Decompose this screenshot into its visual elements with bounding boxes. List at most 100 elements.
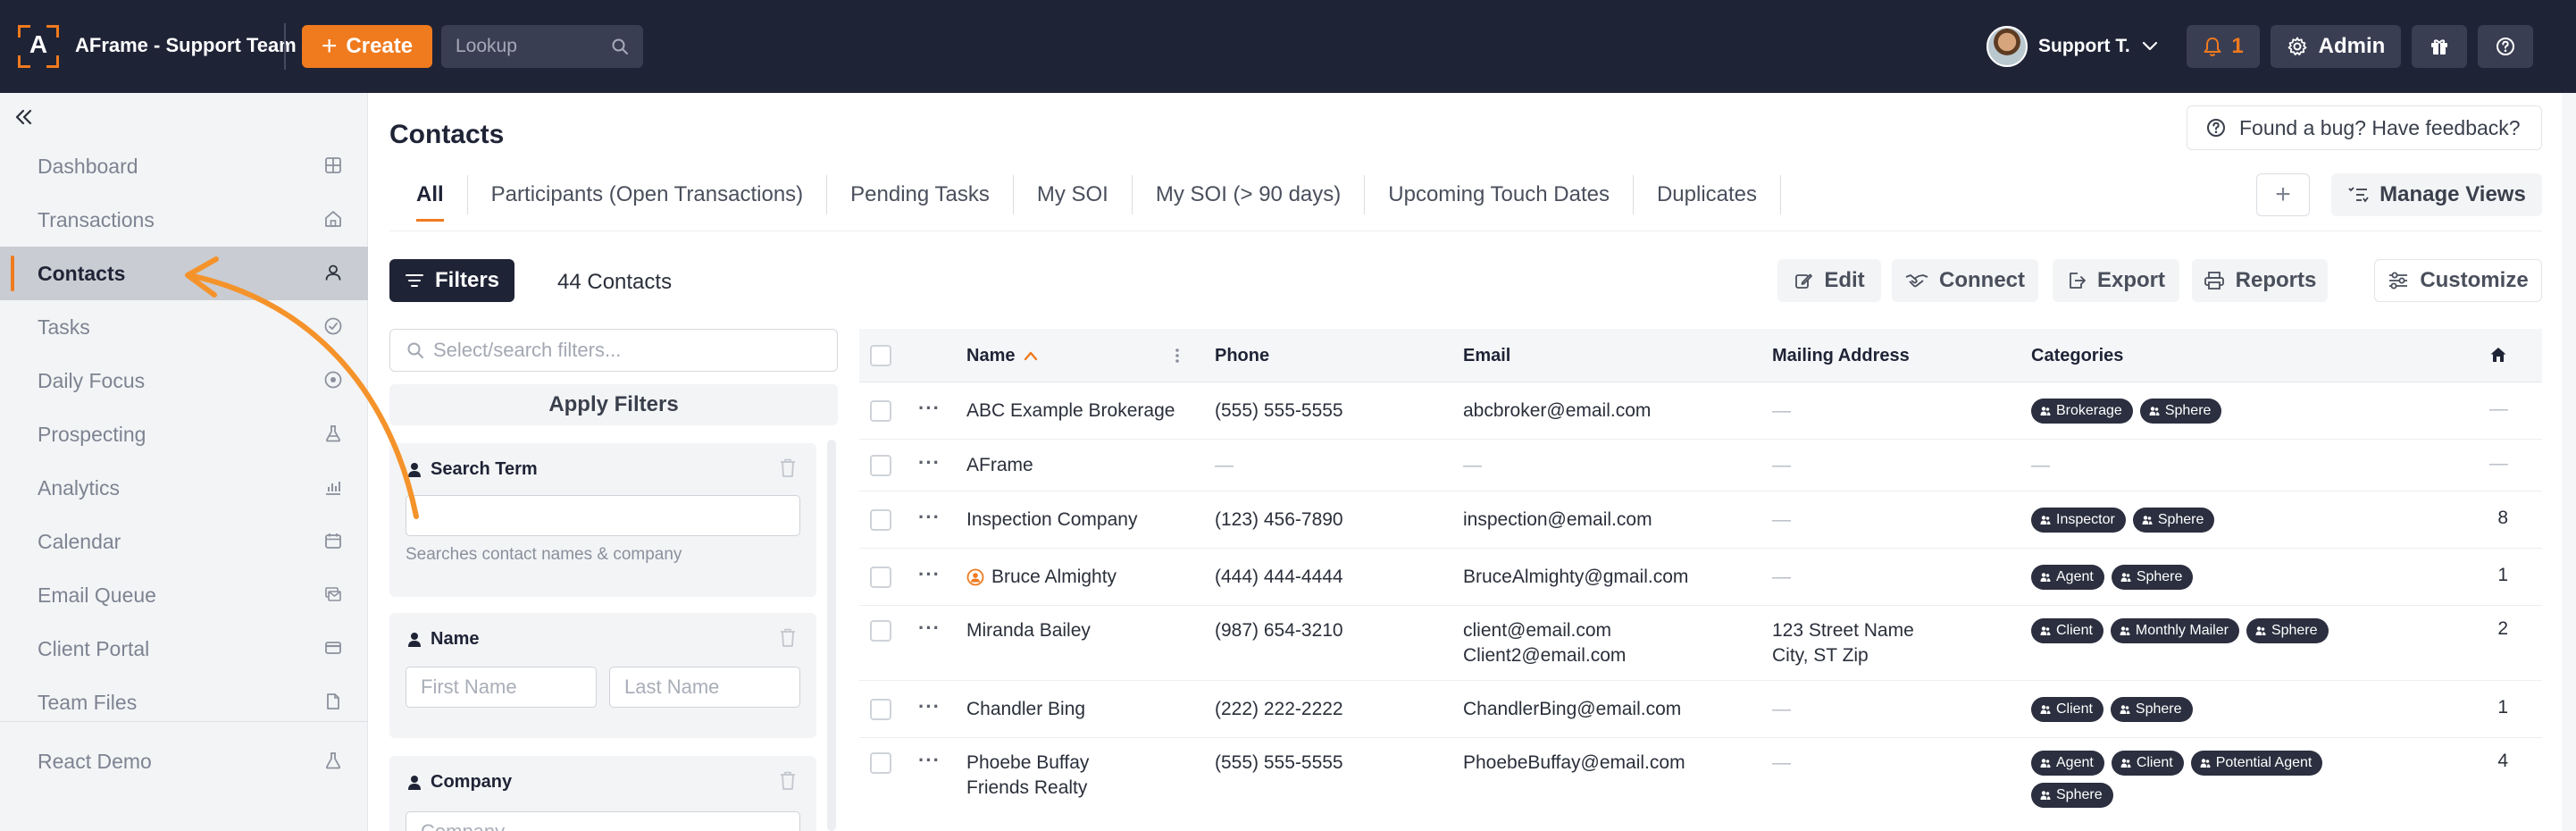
- sidebar-item-react-demo[interactable]: React Demo: [0, 734, 368, 788]
- check-circle-icon: [324, 317, 342, 335]
- add-view-button[interactable]: +: [2256, 173, 2310, 216]
- column-header-categories[interactable]: Categories: [2031, 329, 2123, 382]
- row-actions-icon[interactable]: ···: [918, 749, 941, 772]
- column-menu-icon[interactable]: [1174, 347, 1181, 365]
- sidebar-item-daily-focus[interactable]: Daily Focus: [0, 354, 368, 407]
- tab-upcoming-touch-dates[interactable]: Upcoming Touch Dates: [1365, 175, 1634, 214]
- gift-button[interactable]: [2412, 25, 2467, 68]
- tab-my-soi[interactable]: My SOI: [1014, 175, 1133, 214]
- select-all-checkbox[interactable]: [870, 345, 891, 366]
- contact-email[interactable]: abcbroker@email.com: [1463, 399, 1651, 424]
- contact-email[interactable]: PhoebeBuffay@email.com: [1463, 751, 1685, 776]
- table-row[interactable]: ··· Inspection Company (123) 456-7890 in…: [859, 491, 2542, 549]
- lookup-input[interactable]: [456, 36, 607, 57]
- collapse-sidebar-icon[interactable]: [13, 105, 36, 129]
- column-header-mailing-address[interactable]: Mailing Address: [1772, 329, 1910, 382]
- manage-views-label: Manage Views: [2379, 182, 2526, 206]
- contact-email[interactable]: BruceAlmighty@gmail.com: [1463, 565, 1688, 590]
- create-button[interactable]: + Create: [302, 25, 432, 68]
- contact-name[interactable]: Bruce Almighty: [991, 565, 1117, 590]
- row-actions-icon[interactable]: ···: [918, 397, 941, 420]
- row-checkbox[interactable]: [870, 699, 891, 720]
- tab-duplicates[interactable]: Duplicates: [1634, 175, 1782, 214]
- sidebar-item-dashboard[interactable]: Dashboard: [0, 139, 368, 193]
- filters-button[interactable]: Filters: [389, 259, 514, 302]
- table-row[interactable]: ··· Bruce Almighty (444) 444-4444 BruceA…: [859, 549, 2542, 606]
- contact-email-secondary[interactable]: Client2@email.com: [1463, 643, 1626, 668]
- table-row[interactable]: ··· AFrame — — — — —: [859, 440, 2542, 491]
- bell-icon: [2204, 38, 2221, 56]
- contact-name[interactable]: Inspection Company: [966, 508, 1137, 533]
- connect-button[interactable]: Connect: [1892, 259, 2038, 302]
- contact-name[interactable]: Chandler Bing: [966, 697, 1085, 722]
- sidebar-item-prospecting[interactable]: Prospecting: [0, 407, 368, 461]
- feedback-button[interactable]: Found a bug? Have feedback?: [2187, 105, 2542, 150]
- sidebar-item-tasks[interactable]: Tasks: [0, 300, 368, 354]
- tab-pending-tasks[interactable]: Pending Tasks: [827, 175, 1014, 214]
- trash-icon[interactable]: [779, 457, 797, 479]
- page-scrollbar-track[interactable]: [2562, 93, 2576, 831]
- manage-views-button[interactable]: Manage Views: [2331, 173, 2542, 216]
- connect-label: Connect: [1939, 268, 2025, 292]
- sidebar-item-email-queue[interactable]: Email Queue: [0, 568, 368, 622]
- row-checkbox[interactable]: [870, 752, 891, 774]
- customize-button[interactable]: Customize: [2374, 259, 2542, 302]
- row-checkbox[interactable]: [870, 620, 891, 642]
- tab-participants[interactable]: Participants (Open Transactions): [468, 175, 828, 214]
- row-actions-icon[interactable]: ···: [918, 563, 941, 586]
- row-checkbox[interactable]: [870, 567, 891, 588]
- contact-name[interactable]: AFrame: [966, 453, 1033, 478]
- row-actions-icon[interactable]: ···: [918, 617, 941, 640]
- first-name-input[interactable]: [406, 667, 597, 708]
- help-button[interactable]: [2478, 25, 2533, 68]
- table-row[interactable]: ··· ABC Example Brokerage (555) 555-5555…: [859, 382, 2542, 440]
- company-input[interactable]: [406, 811, 800, 831]
- row-checkbox[interactable]: [870, 455, 891, 476]
- row-checkbox[interactable]: [870, 400, 891, 422]
- sidebar-divider: [0, 721, 368, 722]
- user-menu[interactable]: Support T.: [1986, 25, 2159, 68]
- edit-button[interactable]: Edit: [1777, 259, 1881, 302]
- contact-name[interactable]: ABC Example Brokerage: [966, 399, 1175, 424]
- search-term-input[interactable]: [406, 495, 800, 536]
- row-checkbox[interactable]: [870, 509, 891, 531]
- filter-search-box[interactable]: [389, 329, 838, 372]
- column-header-name[interactable]: Name: [966, 329, 1038, 382]
- last-name-input[interactable]: [609, 667, 800, 708]
- trash-icon[interactable]: [779, 770, 797, 792]
- table-row[interactable]: ··· Miranda Bailey (987) 654-3210 client…: [859, 606, 2542, 681]
- aframe-logo[interactable]: A: [18, 25, 59, 68]
- filter-search-input[interactable]: [433, 339, 826, 362]
- sidebar-item-client-portal[interactable]: Client Portal: [0, 622, 368, 676]
- apply-filters-button[interactable]: Apply Filters: [389, 384, 838, 425]
- contact-email[interactable]: client@email.com: [1463, 618, 1611, 643]
- sidebar-item-analytics[interactable]: Analytics: [0, 461, 368, 515]
- row-actions-icon[interactable]: ···: [918, 451, 941, 474]
- export-button[interactable]: Export: [2053, 259, 2179, 302]
- column-header-phone[interactable]: Phone: [1215, 329, 1269, 382]
- row-actions-icon[interactable]: ···: [918, 695, 941, 718]
- people-icon: [2040, 407, 2051, 416]
- contact-email[interactable]: ChandlerBing@email.com: [1463, 697, 1681, 722]
- contact-name[interactable]: Miranda Bailey: [966, 618, 1091, 643]
- column-header-email[interactable]: Email: [1463, 329, 1510, 382]
- lookup-box[interactable]: [441, 25, 643, 68]
- home-icon[interactable]: [2488, 345, 2508, 365]
- tab-my-soi-90-days[interactable]: My SOI (> 90 days): [1133, 175, 1366, 214]
- sidebar-item-calendar[interactable]: Calendar: [0, 515, 368, 568]
- trash-icon[interactable]: [779, 627, 797, 649]
- contact-address: —: [1772, 509, 1791, 530]
- admin-button[interactable]: Admin: [2271, 25, 2401, 68]
- sidebar-item-contacts[interactable]: Contacts: [0, 247, 368, 300]
- notifications-button[interactable]: 1: [2187, 25, 2260, 68]
- row-actions-icon[interactable]: ···: [918, 506, 941, 529]
- contact-email[interactable]: inspection@email.com: [1463, 508, 1652, 533]
- table-row[interactable]: ··· Phoebe Buffay Friends Realty (555) 5…: [859, 738, 2542, 831]
- sidebar-item-transactions[interactable]: Transactions: [0, 193, 368, 247]
- reports-button[interactable]: Reports: [2192, 259, 2328, 302]
- contact-name[interactable]: Phoebe Buffay: [966, 751, 1089, 776]
- table-row[interactable]: ··· Chandler Bing (222) 222-2222 Chandle…: [859, 681, 2542, 738]
- tab-all[interactable]: All: [389, 175, 468, 222]
- filter-panel-scrollbar[interactable]: [827, 440, 836, 831]
- filter-card-header: Search Term: [407, 459, 538, 480]
